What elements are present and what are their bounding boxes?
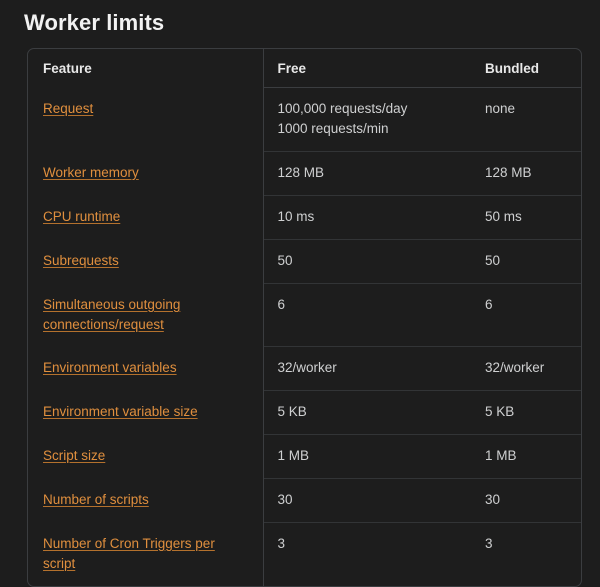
- table-body: Request 100,000 requests/day 1000 requests…: [28, 87, 581, 586]
- table-cell-free: 30: [263, 478, 471, 523]
- table-row: Simultaneous outgoing connections/reques…: [28, 283, 581, 347]
- table-cell-feature: Number of Cron Triggers per script: [28, 522, 264, 586]
- table-cell-free: 10 ms: [263, 195, 471, 240]
- table-row: Subrequests 50 50: [28, 239, 581, 284]
- table-cell-bundled: 1 MB: [471, 434, 581, 479]
- table-cell-feature: Environment variable size: [28, 390, 264, 435]
- table-cell-free: 100,000 requests/day 1000 requests/min: [263, 87, 471, 152]
- value-line: 6: [485, 297, 493, 312]
- value-line: 3: [485, 536, 493, 551]
- value-line: 30: [485, 492, 501, 507]
- table-row: Script size 1 MB 1 MB: [28, 434, 581, 479]
- value-line: none: [485, 101, 516, 116]
- worker-limits-table-card: Feature Free Bundled Request 100,000 requ…: [27, 48, 582, 587]
- table-row: Worker memory 128 MB 128 MB: [28, 151, 581, 196]
- feature-link[interactable]: Number of scripts: [43, 492, 149, 507]
- table-row: Number of Cron Triggers per script 3 3: [28, 522, 581, 586]
- table-cell-feature: Script size: [28, 434, 264, 479]
- table-cell-feature: Subrequests: [28, 239, 264, 284]
- column-header-free: Free: [263, 49, 471, 88]
- table-cell-free: 32/worker: [263, 346, 471, 391]
- worker-limits-table: Feature Free Bundled Request 100,000 requ…: [28, 49, 581, 586]
- feature-link[interactable]: Environment variables: [43, 360, 177, 375]
- value-line: 5 KB: [277, 404, 307, 419]
- value-line: 100,000 requests/day: [277, 101, 408, 116]
- table-cell-free: 50: [263, 239, 471, 284]
- table-cell-bundled: 6: [471, 283, 581, 347]
- table-cell-bundled: 50 ms: [471, 195, 581, 240]
- value-line: 50: [485, 253, 501, 268]
- table-row: Environment variables 32/worker 32/worker: [28, 346, 581, 391]
- feature-link[interactable]: CPU runtime: [43, 209, 120, 224]
- value-line: 32/worker: [277, 360, 337, 375]
- table-cell-feature: Simultaneous outgoing connections/reques…: [28, 283, 264, 347]
- feature-link[interactable]: Worker memory: [43, 165, 139, 180]
- table-cell-bundled: 30: [471, 478, 581, 523]
- table-cell-bundled: 32/worker: [471, 346, 581, 391]
- feature-link[interactable]: Request: [43, 101, 93, 116]
- table-row: Number of scripts 30 30: [28, 478, 581, 523]
- table-cell-bundled: 50: [471, 239, 581, 284]
- value-line: 50 ms: [485, 209, 522, 224]
- table-row: Request 100,000 requests/day 1000 requests…: [28, 87, 581, 152]
- feature-link[interactable]: Environment variable size: [43, 404, 198, 419]
- table-cell-free: 6: [263, 283, 471, 347]
- value-line: 32/worker: [485, 360, 545, 375]
- table-cell-feature: CPU runtime: [28, 195, 264, 240]
- table-cell-feature: Worker memory: [28, 151, 264, 196]
- table-cell-bundled: 3: [471, 523, 581, 586]
- column-header-feature: Feature: [28, 49, 264, 88]
- value-line: 6: [277, 297, 286, 312]
- table-header-row: Feature Free Bundled: [28, 49, 581, 88]
- value-line: 128 MB: [485, 165, 532, 180]
- table-cell-bundled: 128 MB: [471, 151, 581, 196]
- column-header-bundled: Bundled: [471, 49, 581, 88]
- feature-link[interactable]: Subrequests: [43, 253, 119, 268]
- feature-link[interactable]: Number of Cron Triggers per script: [43, 536, 215, 571]
- value-line: 128 MB: [277, 165, 325, 180]
- table-cell-bundled: none: [471, 87, 581, 152]
- table-row: Environment variable size 5 KB 5 KB: [28, 390, 581, 435]
- table-cell-free: 5 KB: [263, 390, 471, 435]
- table-cell-free: 128 MB: [263, 151, 471, 196]
- value-line: 30: [277, 492, 293, 507]
- feature-link[interactable]: Script size: [43, 448, 105, 463]
- value-line: 5 KB: [485, 404, 515, 419]
- value-line: 1000 requests/min: [277, 121, 389, 136]
- table-cell-free: 3: [263, 523, 471, 586]
- table-cell-feature: Environment variables: [28, 346, 264, 391]
- page-title: Worker limits: [24, 10, 165, 35]
- value-line: 1 MB: [277, 448, 310, 463]
- table-row: CPU runtime 10 ms 50 ms: [28, 195, 581, 240]
- value-line: 1 MB: [485, 448, 517, 463]
- feature-link[interactable]: Simultaneous outgoing connections/reques…: [43, 297, 180, 332]
- table-cell-free: 1 MB: [263, 434, 471, 479]
- value-line: 3: [277, 536, 286, 551]
- table-cell-feature: Request: [28, 87, 264, 152]
- table-header: Feature Free Bundled: [28, 49, 581, 88]
- table-cell-bundled: 5 KB: [471, 390, 581, 435]
- value-line: 50: [277, 253, 293, 268]
- table-cell-feature: Number of scripts: [28, 478, 264, 523]
- value-line: 10 ms: [277, 209, 315, 224]
- worker-limits-page: Worker limits Feature Free Bundled Reque…: [0, 0, 600, 587]
